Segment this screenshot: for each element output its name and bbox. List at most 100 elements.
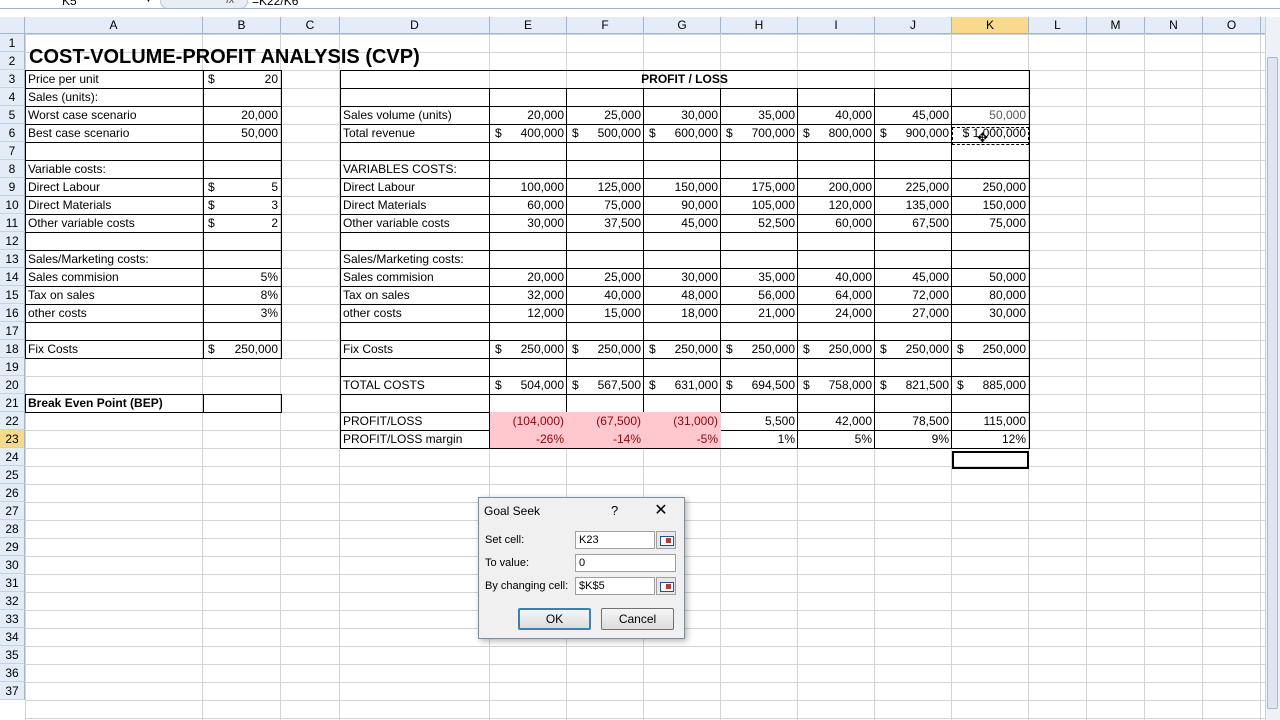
row-header-15[interactable]: 15 xyxy=(0,286,25,304)
row-header-29[interactable]: 29 xyxy=(0,538,25,556)
row-header-8[interactable]: 8 xyxy=(0,160,25,178)
sales-comm-cell[interactable]: 20,000 xyxy=(490,268,567,286)
direct-labour-cell[interactable]: 250,000 xyxy=(952,178,1029,196)
sales-comm-cell[interactable]: 35,000 xyxy=(721,268,798,286)
tax-cell[interactable]: 56,000 xyxy=(721,286,798,304)
fix-costs-cell[interactable]: 250,000 xyxy=(644,340,721,358)
row-header-32[interactable]: 32 xyxy=(0,592,25,610)
best-case-label[interactable]: Best case scenario xyxy=(25,124,203,142)
column-header-f[interactable]: F xyxy=(567,17,644,33)
row-header-23[interactable]: 23 xyxy=(0,430,25,448)
profit-loss-cell[interactable]: (104,000) xyxy=(490,412,567,430)
currency[interactable]: $ xyxy=(205,70,225,88)
row-header-12[interactable]: 12 xyxy=(0,232,25,250)
row-header-4[interactable]: 4 xyxy=(0,88,25,106)
sales-volume-cell[interactable]: 50,000 xyxy=(952,106,1029,124)
other-costs-cell[interactable]: 21,000 xyxy=(721,304,798,322)
direct-materials-cell[interactable]: 90,000 xyxy=(644,196,721,214)
other-costs-cell[interactable]: 18,000 xyxy=(644,304,721,322)
sales-comm-cell[interactable]: 40,000 xyxy=(798,268,875,286)
sales-volume-cell[interactable]: 35,000 xyxy=(721,106,798,124)
margin-cell[interactable]: -26% xyxy=(490,430,567,448)
margin-cell[interactable]: -14% xyxy=(567,430,644,448)
direct-materials-cell[interactable]: 60,000 xyxy=(490,196,567,214)
other-costs-cell[interactable]: 24,000 xyxy=(798,304,875,322)
other-var-cell[interactable]: 67,500 xyxy=(875,214,952,232)
fix-costs-cell[interactable]: 250,000 xyxy=(721,340,798,358)
row-header-33[interactable]: 33 xyxy=(0,610,25,628)
to-value-input[interactable]: 0 xyxy=(575,554,676,572)
row-header-10[interactable]: 10 xyxy=(0,196,25,214)
row-header-22[interactable]: 22 xyxy=(0,412,25,430)
row-header-21[interactable]: 21 xyxy=(0,394,25,412)
other-costs-value[interactable]: 3% xyxy=(203,304,281,322)
direct-materials-cell[interactable]: 135,000 xyxy=(875,196,952,214)
sales-volume-cell[interactable]: 20,000 xyxy=(490,106,567,124)
profit-loss-cell[interactable]: (31,000) xyxy=(644,412,721,430)
column-header-m[interactable]: M xyxy=(1087,17,1145,33)
fix-costs-label[interactable]: Fix Costs xyxy=(25,340,203,358)
sales-marketing-label[interactable]: Sales/Marketing costs: xyxy=(25,250,203,268)
row-header-16[interactable]: 16 xyxy=(0,304,25,322)
column-header-n[interactable]: N xyxy=(1145,17,1203,33)
sales-comm-cell[interactable]: 25,000 xyxy=(567,268,644,286)
row-label-fix-costs[interactable]: Fix Costs xyxy=(340,340,490,358)
row-header-3[interactable]: 3 xyxy=(0,70,25,88)
selected-cell-k23[interactable] xyxy=(952,451,1029,469)
row-header-1[interactable]: 1 xyxy=(0,34,25,52)
row-label-profit-loss[interactable]: PROFIT/LOSS xyxy=(340,412,490,430)
column-header-g[interactable]: G xyxy=(644,17,721,33)
range-select-icon[interactable] xyxy=(656,531,676,549)
margin-cell[interactable]: -5% xyxy=(644,430,721,448)
column-header-c[interactable]: C xyxy=(281,17,340,33)
sales-comm-cell[interactable]: 50,000 xyxy=(952,268,1029,286)
tax-label[interactable]: Tax on sales xyxy=(25,286,203,304)
direct-labour-cell[interactable]: 100,000 xyxy=(490,178,567,196)
column-header-b[interactable]: B xyxy=(203,17,281,33)
other-var-cell[interactable]: 45,000 xyxy=(644,214,721,232)
total-costs-cell[interactable]: 758,000 xyxy=(798,376,875,394)
direct-materials-cell[interactable]: 150,000 xyxy=(952,196,1029,214)
direct-materials-cell[interactable]: 105,000 xyxy=(721,196,798,214)
sales-volume-cell[interactable]: 25,000 xyxy=(567,106,644,124)
other-costs-cell[interactable]: 27,000 xyxy=(875,304,952,322)
close-icon[interactable]: ✕ xyxy=(651,500,671,520)
direct-materials-label[interactable]: Direct Materials xyxy=(25,196,203,214)
direct-materials-value[interactable]: 3 xyxy=(225,196,281,214)
variable-costs-label[interactable]: Variable costs: xyxy=(25,160,203,178)
vertical-scrollbar[interactable] xyxy=(1265,17,1280,720)
tax-cell[interactable]: 80,000 xyxy=(952,286,1029,304)
row-header-34[interactable]: 34 xyxy=(0,628,25,646)
tax-cell[interactable]: 72,000 xyxy=(875,286,952,304)
fx-icon[interactable]: fx xyxy=(226,0,235,6)
sheet-title[interactable]: COST-VOLUME-PROFIT ANALYSIS (CVP) xyxy=(29,46,420,69)
currency[interactable]: $ xyxy=(205,214,225,232)
margin-cell[interactable]: 9% xyxy=(875,430,952,448)
fix-costs-cell[interactable]: 250,000 xyxy=(567,340,644,358)
total-revenue-cell[interactable]: 700,000 xyxy=(721,124,798,142)
direct-materials-cell[interactable]: 120,000 xyxy=(798,196,875,214)
fix-costs-cell[interactable]: 250,000 xyxy=(798,340,875,358)
price-label[interactable]: Price per unit xyxy=(25,70,203,88)
help-icon[interactable]: ? xyxy=(611,503,618,518)
other-var-cell[interactable]: 30,000 xyxy=(490,214,567,232)
total-revenue-cell[interactable]: 900,000 xyxy=(875,124,952,142)
sales-comm-cell[interactable]: 45,000 xyxy=(875,268,952,286)
row-header-36[interactable]: 36 xyxy=(0,664,25,682)
fix-costs-cell[interactable]: 250,000 xyxy=(875,340,952,358)
total-revenue-cell[interactable]: 500,000 xyxy=(567,124,644,142)
tax-cell[interactable]: 48,000 xyxy=(644,286,721,304)
row-label-direct-labour[interactable]: Direct Labour xyxy=(340,178,490,196)
bep-label[interactable]: Break Even Point (BEP) xyxy=(25,394,203,412)
row-label-total-revenue[interactable]: Total revenue xyxy=(340,124,490,142)
range-select-icon[interactable] xyxy=(656,577,676,595)
direct-labour-cell[interactable]: 150,000 xyxy=(644,178,721,196)
row-header-27[interactable]: 27 xyxy=(0,502,25,520)
row-label-other-costs[interactable]: other costs xyxy=(340,304,490,322)
margin-cell[interactable]: 5% xyxy=(798,430,875,448)
row-header-7[interactable]: 7 xyxy=(0,142,25,160)
ok-button[interactable]: OK xyxy=(518,608,591,630)
row-label-other-var[interactable]: Other variable costs xyxy=(340,214,490,232)
sales-volume-cell[interactable]: 45,000 xyxy=(875,106,952,124)
row-label-margin[interactable]: PROFIT/LOSS margin xyxy=(340,430,490,448)
